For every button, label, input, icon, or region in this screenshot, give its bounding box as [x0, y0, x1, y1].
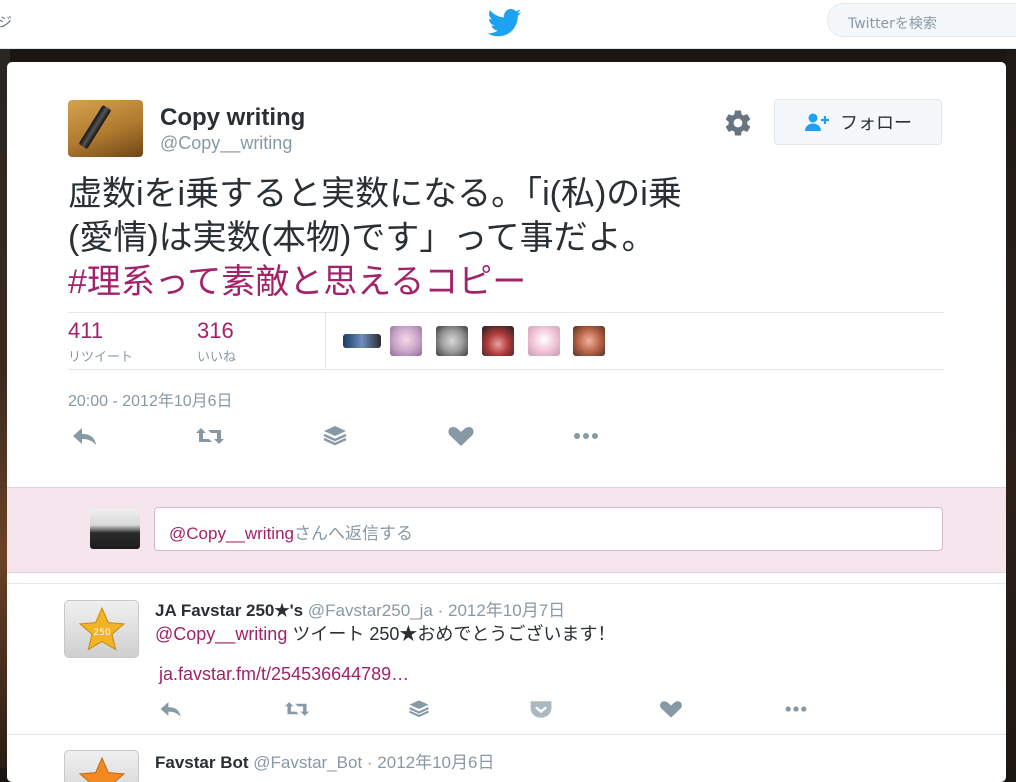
- reply-avatar[interactable]: 250: [64, 600, 139, 658]
- follow-button[interactable]: フォロー: [774, 99, 942, 145]
- author-avatar[interactable]: [68, 100, 143, 157]
- author-handle[interactable]: @Copy__writing: [160, 133, 292, 154]
- reply-author-name[interactable]: Favstar Bot: [155, 753, 249, 772]
- layers-icon: [323, 426, 347, 446]
- reply-text: @Copy__writing ツイート 250★おめでとうございます！: [155, 620, 615, 646]
- top-bar: ジ Twitterを検索: [0, 0, 1016, 49]
- retweet-count: 411: [68, 318, 104, 343]
- like-stat[interactable]: 316 いいね: [197, 318, 236, 365]
- reply-tweet[interactable]: Favstar Bot @Favstar_Bot · 2012年10月6日: [7, 734, 1006, 782]
- liker-avatar[interactable]: [343, 334, 381, 348]
- like-button[interactable]: [658, 699, 684, 719]
- reply-header: Favstar Bot @Favstar_Bot · 2012年10月6日: [155, 748, 494, 773]
- tweet-permalink-card: Copy writing @Copy__writing フォロー 虚数iをi乗す…: [7, 62, 1006, 782]
- tweet-timestamp[interactable]: 20:00 - 2012年10月6日: [68, 387, 233, 411]
- author-name[interactable]: Copy writing: [160, 104, 305, 132]
- reply-icon: [160, 702, 181, 717]
- reply-input[interactable]: @Copy__writingさんへ返信する: [154, 507, 943, 551]
- reply-button[interactable]: [70, 425, 100, 447]
- heart-icon: [448, 427, 474, 446]
- reply-button[interactable]: [158, 699, 184, 719]
- retweet-label: リツイート: [68, 349, 134, 364]
- reply-body: ツイート 250★おめでとうございます！: [287, 624, 616, 644]
- like-label: いいね: [197, 349, 237, 364]
- add-user-icon: [805, 113, 829, 131]
- star-icon: 250: [78, 606, 126, 651]
- reply-mention: @Copy__writing: [169, 524, 294, 543]
- search-input[interactable]: Twitterを検索: [827, 3, 1016, 37]
- liker-avatar[interactable]: [482, 326, 514, 356]
- layers-icon: [409, 700, 429, 718]
- tweet-text-line: (愛情)は実数(本物)です」って事だよ。: [68, 219, 656, 257]
- reply-author-name[interactable]: JA Favstar 250★'s: [155, 601, 303, 620]
- reply-author-handle[interactable]: @Favstar_Bot: [253, 753, 362, 772]
- heart-icon: [660, 701, 682, 718]
- fountain-pen-icon: [78, 104, 112, 150]
- tweet-text-line: 虚数iをi乗すると実数になる。「i(私)のi乗: [68, 175, 682, 213]
- reply-separator: ·: [432, 601, 448, 620]
- liker-avatar[interactable]: [390, 326, 422, 356]
- pocket-button[interactable]: [528, 699, 554, 719]
- twitter-bird-icon[interactable]: [488, 9, 522, 37]
- layers-button[interactable]: [406, 699, 432, 719]
- reply-avatar[interactable]: [64, 750, 139, 782]
- reply-composer: @Copy__writingさんへ返信する: [7, 487, 1006, 573]
- retweet-stat[interactable]: 411 リツイート: [68, 318, 133, 365]
- reply-author-handle[interactable]: @Favstar250_ja: [308, 601, 433, 620]
- retweet-button[interactable]: [284, 699, 310, 719]
- avatar-badge: 250: [93, 628, 110, 638]
- reply-url-link[interactable]: ja.favstar.fm/t/254536644789…: [159, 664, 409, 685]
- more-button[interactable]: [571, 425, 601, 447]
- pocket-icon: [530, 701, 552, 718]
- retweet-icon: [196, 428, 224, 444]
- hashtag-link[interactable]: #理系って素敵と思えるコピー: [68, 260, 938, 304]
- profile-background-right: [1006, 49, 1016, 768]
- reply-mention-link[interactable]: @Copy__writing: [155, 624, 287, 644]
- divider: [325, 313, 326, 369]
- divider: [68, 369, 944, 370]
- more-icon: [785, 706, 807, 712]
- liker-avatar[interactable]: [436, 326, 468, 356]
- like-button[interactable]: [446, 425, 476, 447]
- like-count: 316: [197, 318, 234, 343]
- nav-label-clipped[interactable]: ジ: [0, 12, 12, 32]
- reply-date[interactable]: 2012年10月7日: [448, 601, 565, 620]
- retweet-button[interactable]: [195, 425, 225, 447]
- reply-separator: ·: [362, 753, 378, 772]
- gear-icon[interactable]: [723, 108, 753, 138]
- reply-icon: [73, 428, 96, 445]
- star-icon: [78, 756, 126, 782]
- layers-button[interactable]: [320, 425, 350, 447]
- reply-date[interactable]: 2012年10月6日: [377, 753, 494, 772]
- follow-label: フォロー: [840, 113, 912, 133]
- reply-placeholder: さんへ返信する: [293, 524, 413, 543]
- tweet-text: 虚数iをi乗すると実数になる。「i(私)のi乗 (愛情)は実数(本物)です」って…: [68, 172, 938, 304]
- current-user-avatar[interactable]: [90, 509, 140, 549]
- liker-avatar[interactable]: [528, 326, 560, 356]
- reply-tweet[interactable]: 250 JA Favstar 250★'s @Favstar250_ja · 2…: [7, 583, 1006, 734]
- divider: [68, 312, 944, 313]
- liker-avatar[interactable]: [573, 326, 605, 356]
- retweet-icon: [284, 702, 310, 716]
- reply-header: JA Favstar 250★'s @Favstar250_ja · 2012年…: [155, 596, 565, 621]
- more-button[interactable]: [783, 699, 809, 719]
- more-icon: [574, 433, 598, 439]
